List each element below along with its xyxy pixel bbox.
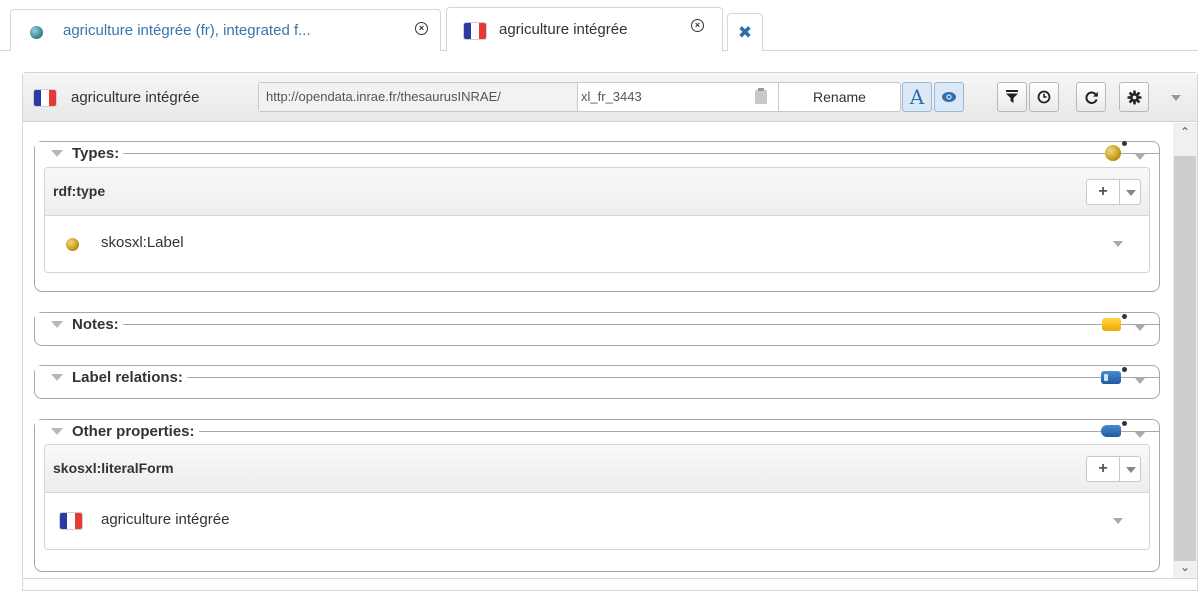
value-row[interactable]: agriculture intégrée (45, 493, 1149, 549)
flag-fr-icon (60, 513, 82, 529)
uri-namespace: http://opendata.inrae.fr/thesaurusINRAE/ (259, 83, 578, 111)
refresh-button[interactable] (1076, 82, 1106, 112)
add-value-button[interactable]: + (1087, 457, 1120, 481)
close-tab-icon[interactable]: × (691, 19, 704, 32)
add-property-button[interactable] (1101, 421, 1127, 437)
property-name[interactable]: rdf:type (53, 183, 105, 199)
section-other-properties: Other properties: skosxl:literalForm + a… (34, 419, 1160, 572)
eye-icon (942, 92, 956, 102)
rename-button[interactable]: Rename (778, 82, 901, 112)
section-notes: Notes: (34, 312, 1160, 346)
add-type-button[interactable] (1105, 141, 1127, 161)
resource-ball-icon (66, 238, 79, 251)
property-name[interactable]: skosxl:literalForm (53, 460, 174, 476)
rendering-toggle-button[interactable]: A (902, 82, 932, 112)
flag-fr-icon (34, 90, 56, 106)
section-title: Other properties: (72, 422, 195, 440)
section-label-relations: Label relations: (34, 365, 1160, 399)
label-relation-icon (1101, 367, 1127, 384)
property-card: rdf:type + skosxl:Label (44, 167, 1150, 273)
clipboard-icon[interactable] (755, 88, 767, 104)
section-header[interactable]: Notes: (35, 313, 123, 335)
add-value-group: + (1086, 456, 1141, 482)
section-header[interactable]: Other properties: (35, 420, 199, 442)
scroll-thumb[interactable] (1174, 156, 1196, 561)
section-menu-caret-icon[interactable] (1135, 325, 1145, 331)
section-divider (35, 153, 1159, 154)
section-title: Notes: (72, 315, 119, 333)
collapse-triangle-icon (51, 149, 63, 157)
close-all-tabs-button[interactable]: ✖ (727, 13, 763, 51)
add-value-menu-button[interactable] (1120, 180, 1140, 204)
section-menu-caret-icon[interactable] (1135, 432, 1145, 438)
property-header: skosxl:literalForm + (45, 445, 1149, 493)
value-text[interactable]: skosxl:Label (101, 234, 184, 251)
value-menu-caret-icon[interactable] (1113, 241, 1123, 247)
section-header[interactable]: Label relations: (35, 366, 187, 388)
property-header: rdf:type + (45, 168, 1149, 216)
add-value-group: + (1086, 179, 1141, 205)
history-icon (1037, 90, 1051, 104)
section-divider (35, 324, 1159, 325)
section-title: Label relations: (72, 368, 183, 386)
section-divider (35, 431, 1159, 432)
resource-title: agriculture intégrée (71, 89, 200, 106)
section-header[interactable]: Types: (35, 142, 124, 164)
flag-fr-icon (464, 23, 486, 39)
add-note-button[interactable] (1102, 314, 1127, 331)
uri-localname-input[interactable]: xl_fr_3443 (581, 83, 776, 111)
vertical-scrollbar[interactable]: ⌃ ⌄ (1173, 123, 1197, 578)
panel-footer-divider (23, 578, 1197, 579)
scroll-down-arrow-icon[interactable]: ⌄ (1173, 560, 1197, 576)
tab-strip: agriculture intégrée (fr), integrated f.… (0, 0, 1198, 52)
section-title: Types: (72, 144, 120, 162)
section-menu-caret-icon[interactable] (1135, 378, 1145, 384)
uri-rename-group: http://opendata.inrae.fr/thesaurusINRAE/… (258, 82, 901, 112)
sphere-icon (30, 26, 43, 39)
tab-label: agriculture intégrée (fr), integrated f.… (63, 22, 311, 39)
section-types: Types: rdf:type + skosxl:Label (34, 141, 1160, 292)
filter-button[interactable] (997, 82, 1027, 112)
show-inferred-toggle-button[interactable] (934, 82, 964, 112)
close-x-icon: ✖ (737, 22, 753, 42)
refresh-icon (1084, 91, 1098, 104)
tab-agriculture-integree-label[interactable]: agriculture intégrée × (446, 7, 723, 52)
section-menu-caret-icon[interactable] (1135, 154, 1145, 160)
value-text[interactable]: agriculture intégrée (101, 511, 229, 528)
add-label-relation-button[interactable] (1101, 367, 1127, 384)
resource-ball-icon (1105, 141, 1127, 161)
note-icon (1102, 314, 1127, 331)
collapse-triangle-icon (51, 320, 63, 328)
rendering-a-icon: A (909, 85, 925, 109)
value-menu-caret-icon[interactable] (1113, 518, 1123, 524)
collapse-triangle-icon (51, 373, 63, 381)
tab-label: agriculture intégrée (499, 21, 628, 38)
section-divider (35, 377, 1159, 378)
property-card: skosxl:literalForm + agriculture intégré… (44, 444, 1150, 550)
add-value-button[interactable]: + (1087, 180, 1120, 204)
tab-integrated-farming-concept[interactable]: agriculture intégrée (fr), integrated f.… (10, 9, 441, 51)
header-menu-caret-icon[interactable] (1171, 95, 1181, 101)
collapse-triangle-icon (51, 427, 63, 435)
scroll-up-arrow-icon[interactable]: ⌃ (1173, 125, 1197, 141)
filter-icon (1006, 90, 1018, 103)
resource-header: agriculture intégrée http://opendata.inr… (23, 73, 1197, 122)
property-icon (1101, 421, 1127, 437)
add-value-menu-button[interactable] (1120, 457, 1140, 481)
resource-view-panel: agriculture intégrée http://opendata.inr… (22, 72, 1198, 591)
close-tab-icon[interactable]: × (415, 22, 428, 35)
settings-button[interactable] (1119, 82, 1149, 112)
value-row[interactable]: skosxl:Label (45, 216, 1149, 272)
gear-icon (1127, 90, 1141, 104)
history-button[interactable] (1029, 82, 1059, 112)
